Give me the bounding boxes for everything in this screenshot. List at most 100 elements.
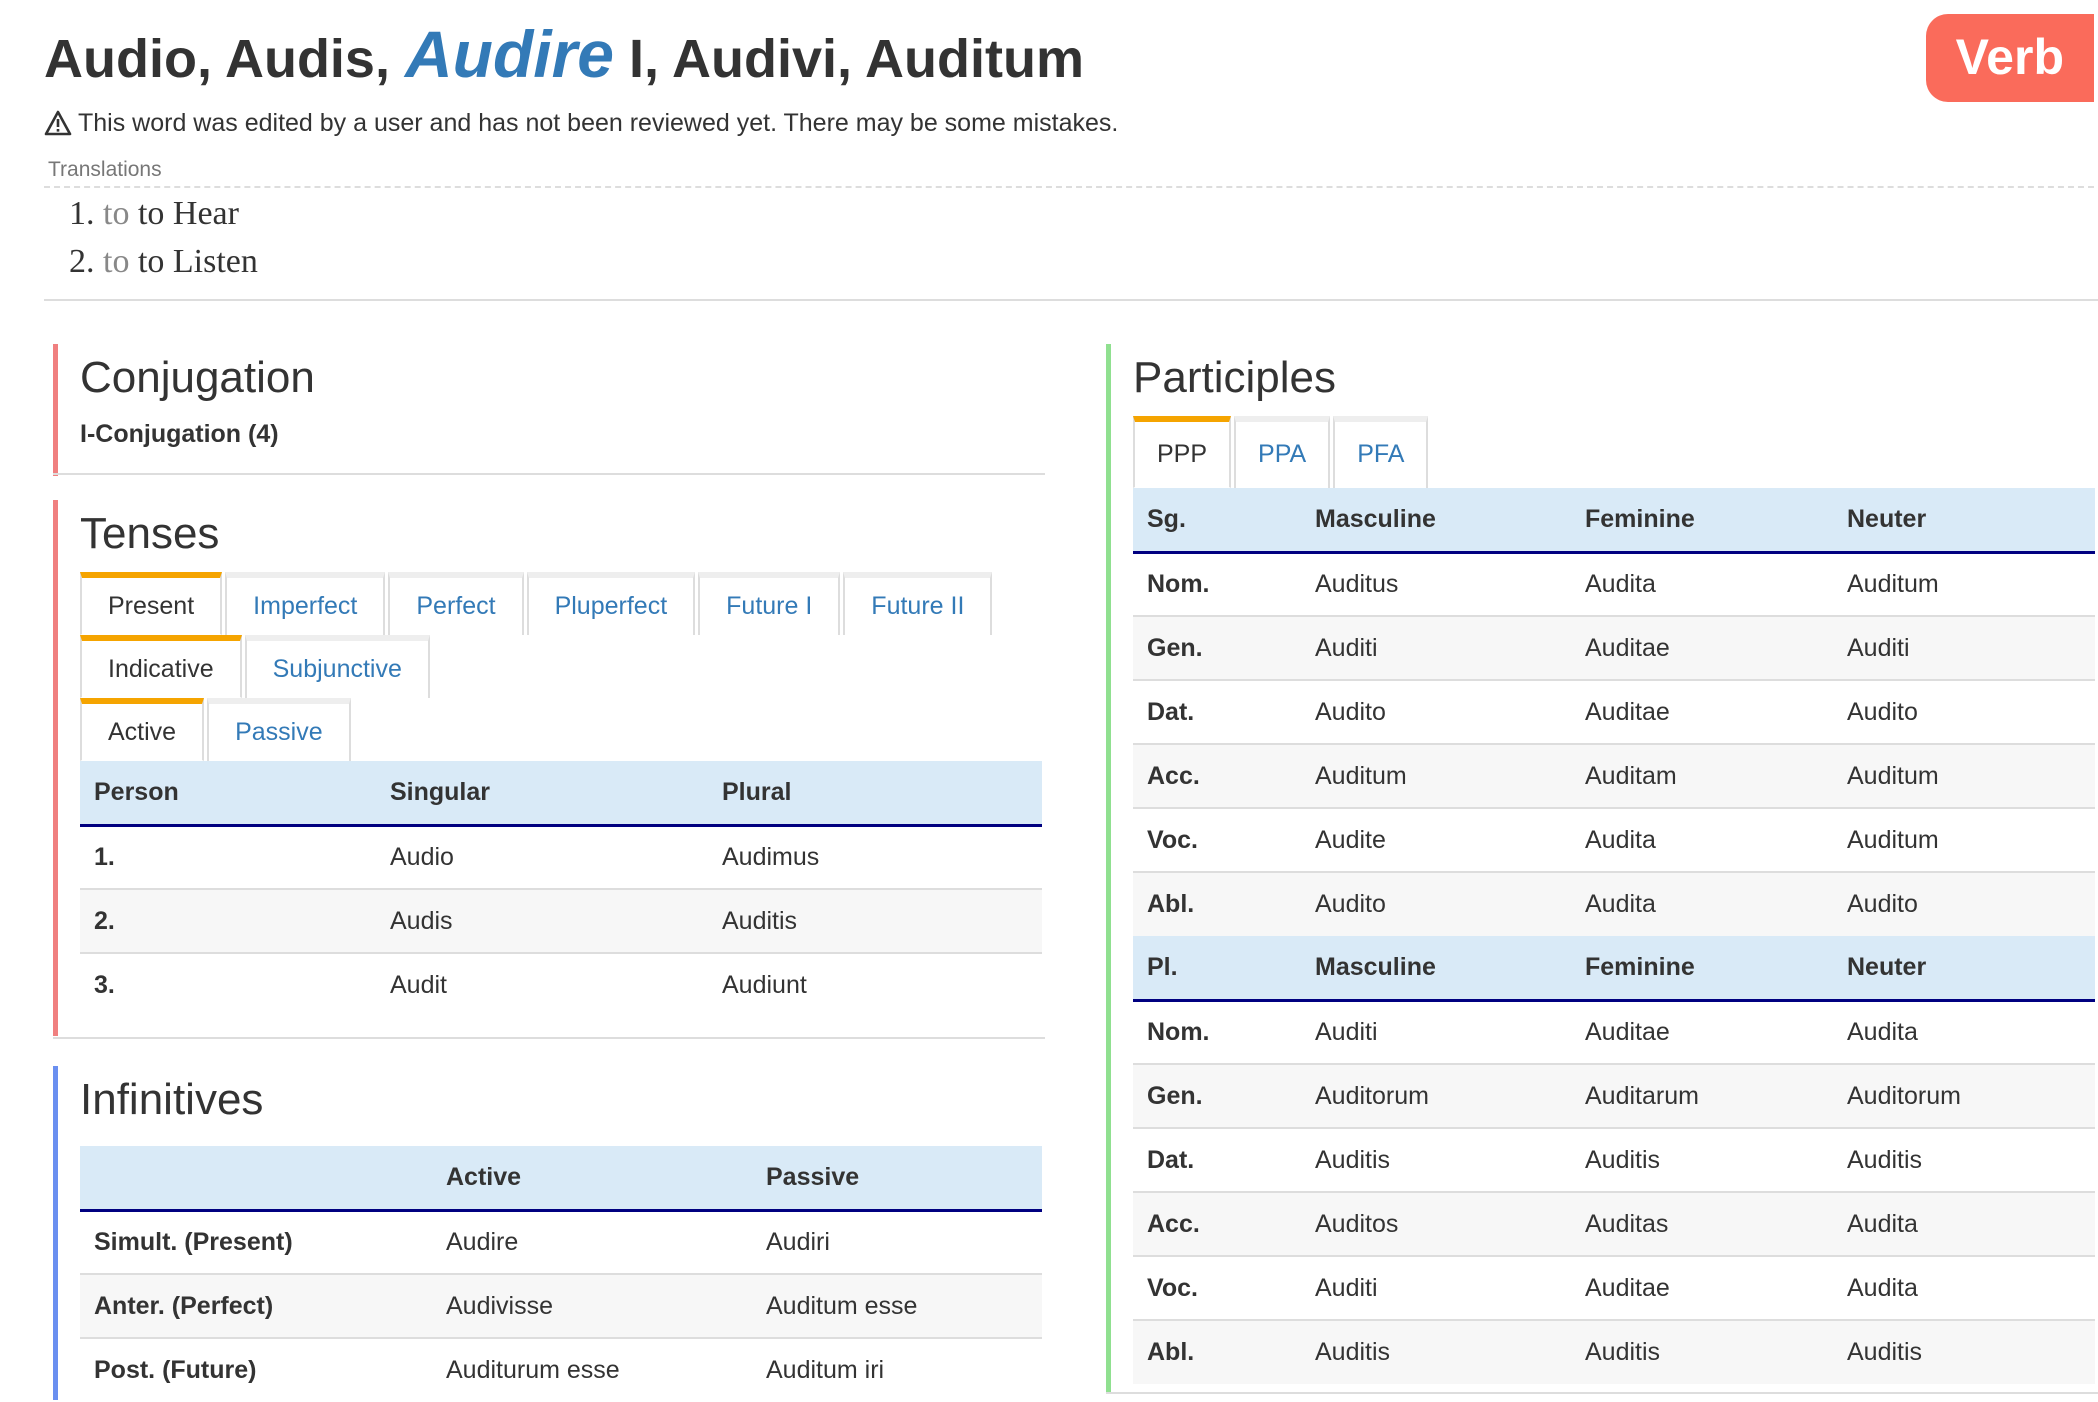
table-cell: Auditi <box>1301 999 1571 1064</box>
table-cell: Auditorum <box>1833 1063 2095 1128</box>
table-cell: Voc. <box>1133 1255 1301 1320</box>
tab-future-i[interactable]: Future I <box>698 572 841 635</box>
translations-label: Translations <box>44 158 2094 188</box>
tenses-divider <box>53 1037 1045 1039</box>
word-title: Audio, Audis, Audire I, Audivi, Auditum <box>44 12 2094 96</box>
table-cell: Auditis <box>1301 1127 1571 1192</box>
table-cell: Auditae <box>1571 615 1833 680</box>
table-cell: Auditum <box>1833 743 2095 808</box>
header-divider <box>44 299 2098 301</box>
table-cell: Auditis <box>1571 1127 1833 1192</box>
column-header: Neuter <box>1833 488 2095 554</box>
table-cell: Audita <box>1571 807 1833 872</box>
word-header: Audio, Audis, Audire I, Audivi, Auditum … <box>44 12 2094 286</box>
table-row: Simult. (Present) Audire Audiri <box>80 1209 1042 1274</box>
table-cell: Audito <box>1301 871 1571 936</box>
mood-tabs: Indicative Subjunctive <box>80 635 1049 698</box>
voice-tabs: Active Passive <box>80 698 1049 761</box>
table-cell: Auditurum esse <box>432 1337 752 1402</box>
review-warning: This word was edited by a user and has n… <box>44 106 2094 140</box>
tab-subjunctive[interactable]: Subjunctive <box>244 635 430 698</box>
warning-icon <box>44 110 72 136</box>
table-cell: Auditum <box>1301 743 1571 808</box>
table-cell: Auditis <box>708 888 1042 953</box>
table-cell: Auditus <box>1301 551 1571 616</box>
tab-imperfect[interactable]: Imperfect <box>225 572 386 635</box>
participles-heading: Participles <box>1133 353 1336 402</box>
table-row: Acc. Auditum Auditam Auditum <box>1133 743 2095 808</box>
column-header: Feminine <box>1571 488 1833 554</box>
tab-passive[interactable]: Passive <box>207 698 351 761</box>
tab-present[interactable]: Present <box>80 572 223 635</box>
table-cell: Auditum <box>1833 807 2095 872</box>
table-cell: Audite <box>1301 807 1571 872</box>
column-header: Feminine <box>1571 936 1833 1002</box>
table-row: Post. (Future) Auditurum esse Auditum iri <box>80 1337 1042 1402</box>
translation-item: 2. to to Listen <box>69 238 2094 286</box>
table-cell: Audiunt <box>708 952 1042 1017</box>
table-cell: 3. <box>80 952 376 1017</box>
tab-future-ii[interactable]: Future II <box>843 572 993 635</box>
table-cell: Audiri <box>752 1209 1042 1274</box>
table-row: 2. Audis Auditis <box>80 888 1042 953</box>
table-cell: Auditis <box>1571 1319 1833 1384</box>
table-cell: Auditum esse <box>752 1273 1042 1338</box>
table-row: Voc. Audite Audita Auditum <box>1133 807 2095 872</box>
table-row: Abl. Auditis Auditis Auditis <box>1133 1319 2095 1384</box>
table-row: Abl. Audito Audita Audito <box>1133 871 2095 936</box>
table-row: 3. Audit Audiunt <box>80 952 1042 1017</box>
translation-number: 1. <box>69 195 95 232</box>
translation-text: to Listen <box>137 243 258 280</box>
table-cell: Audita <box>1833 999 2095 1064</box>
table-row: 1. Audio Audimus <box>80 824 1042 889</box>
participle-header-row: Sg. Masculine Feminine Neuter <box>1133 488 2095 554</box>
table-cell: Auditae <box>1571 999 1833 1064</box>
title-principal-parts-end: I, Audivi, Auditum <box>629 29 1084 89</box>
table-cell: Auditarum <box>1571 1063 1833 1128</box>
translation-text: to Hear <box>137 195 239 232</box>
table-cell: Auditis <box>1301 1319 1571 1384</box>
table-cell: Audio <box>376 824 708 889</box>
tab-indicative[interactable]: Indicative <box>80 635 242 698</box>
table-cell: Audis <box>376 888 708 953</box>
translations-list: 1. to to Hear 2. to to Listen <box>44 190 2094 286</box>
tenses-heading: Tenses <box>80 509 220 558</box>
table-cell: Post. (Future) <box>80 1337 432 1402</box>
column-header: Passive <box>752 1146 1042 1212</box>
table-row: Nom. Auditi Auditae Audita <box>1133 999 2095 1064</box>
tenses-panel: Tenses Present Imperfect Perfect Pluperfect… <box>53 500 1049 1036</box>
tenses-table: Person Singular Plural 1. Audio Audimus 2. Aud… <box>80 761 1042 1017</box>
column-header <box>80 1146 432 1212</box>
table-cell: Audire <box>432 1209 752 1274</box>
table-row: Acc. Auditos Auditas Audita <box>1133 1191 2095 1256</box>
tab-active[interactable]: Active <box>80 698 205 761</box>
table-cell: Auditis <box>1833 1319 2095 1384</box>
infinitives-heading: Infinitives <box>80 1075 264 1124</box>
tab-pfa[interactable]: PFA <box>1333 416 1429 488</box>
table-cell: Auditae <box>1571 1255 1833 1320</box>
participles-panel: Participles PPP PPA PFA Sg. Masculine Femini… <box>1106 344 2098 1394</box>
word-type-badge: Verb <box>1925 14 2094 102</box>
tab-ppa[interactable]: PPA <box>1234 416 1331 488</box>
table-cell: Anter. (Perfect) <box>80 1273 432 1338</box>
tab-perfect[interactable]: Perfect <box>388 572 524 635</box>
column-header: Sg. <box>1133 488 1301 554</box>
table-cell: Nom. <box>1133 551 1301 616</box>
table-cell: Audito <box>1833 679 2095 744</box>
translation-prefix: to <box>103 243 130 280</box>
tab-ppp[interactable]: PPP <box>1133 416 1232 488</box>
column-header: Masculine <box>1301 488 1571 554</box>
table-cell: Auditum <box>1833 551 2095 616</box>
table-cell: Gen. <box>1133 1063 1301 1128</box>
table-cell: Audito <box>1301 679 1571 744</box>
table-cell: Gen. <box>1133 615 1301 680</box>
table-cell: Auditis <box>1833 1127 2095 1192</box>
participles-table: Sg. Masculine Feminine Neuter Nom. Auditus Aud… <box>1133 488 2095 1384</box>
tab-pluperfect[interactable]: Pluperfect <box>526 572 696 635</box>
infinitives-panel: Infinitives Active Passive Simult. (Prese… <box>53 1066 1049 1402</box>
table-cell: Dat. <box>1133 679 1301 744</box>
column-header: Active <box>432 1146 752 1212</box>
conjugation-value: I-Conjugation (4) <box>80 420 279 448</box>
table-cell: Acc. <box>1133 1191 1301 1256</box>
title-principal-parts-start: Audio, Audis, <box>44 29 390 89</box>
